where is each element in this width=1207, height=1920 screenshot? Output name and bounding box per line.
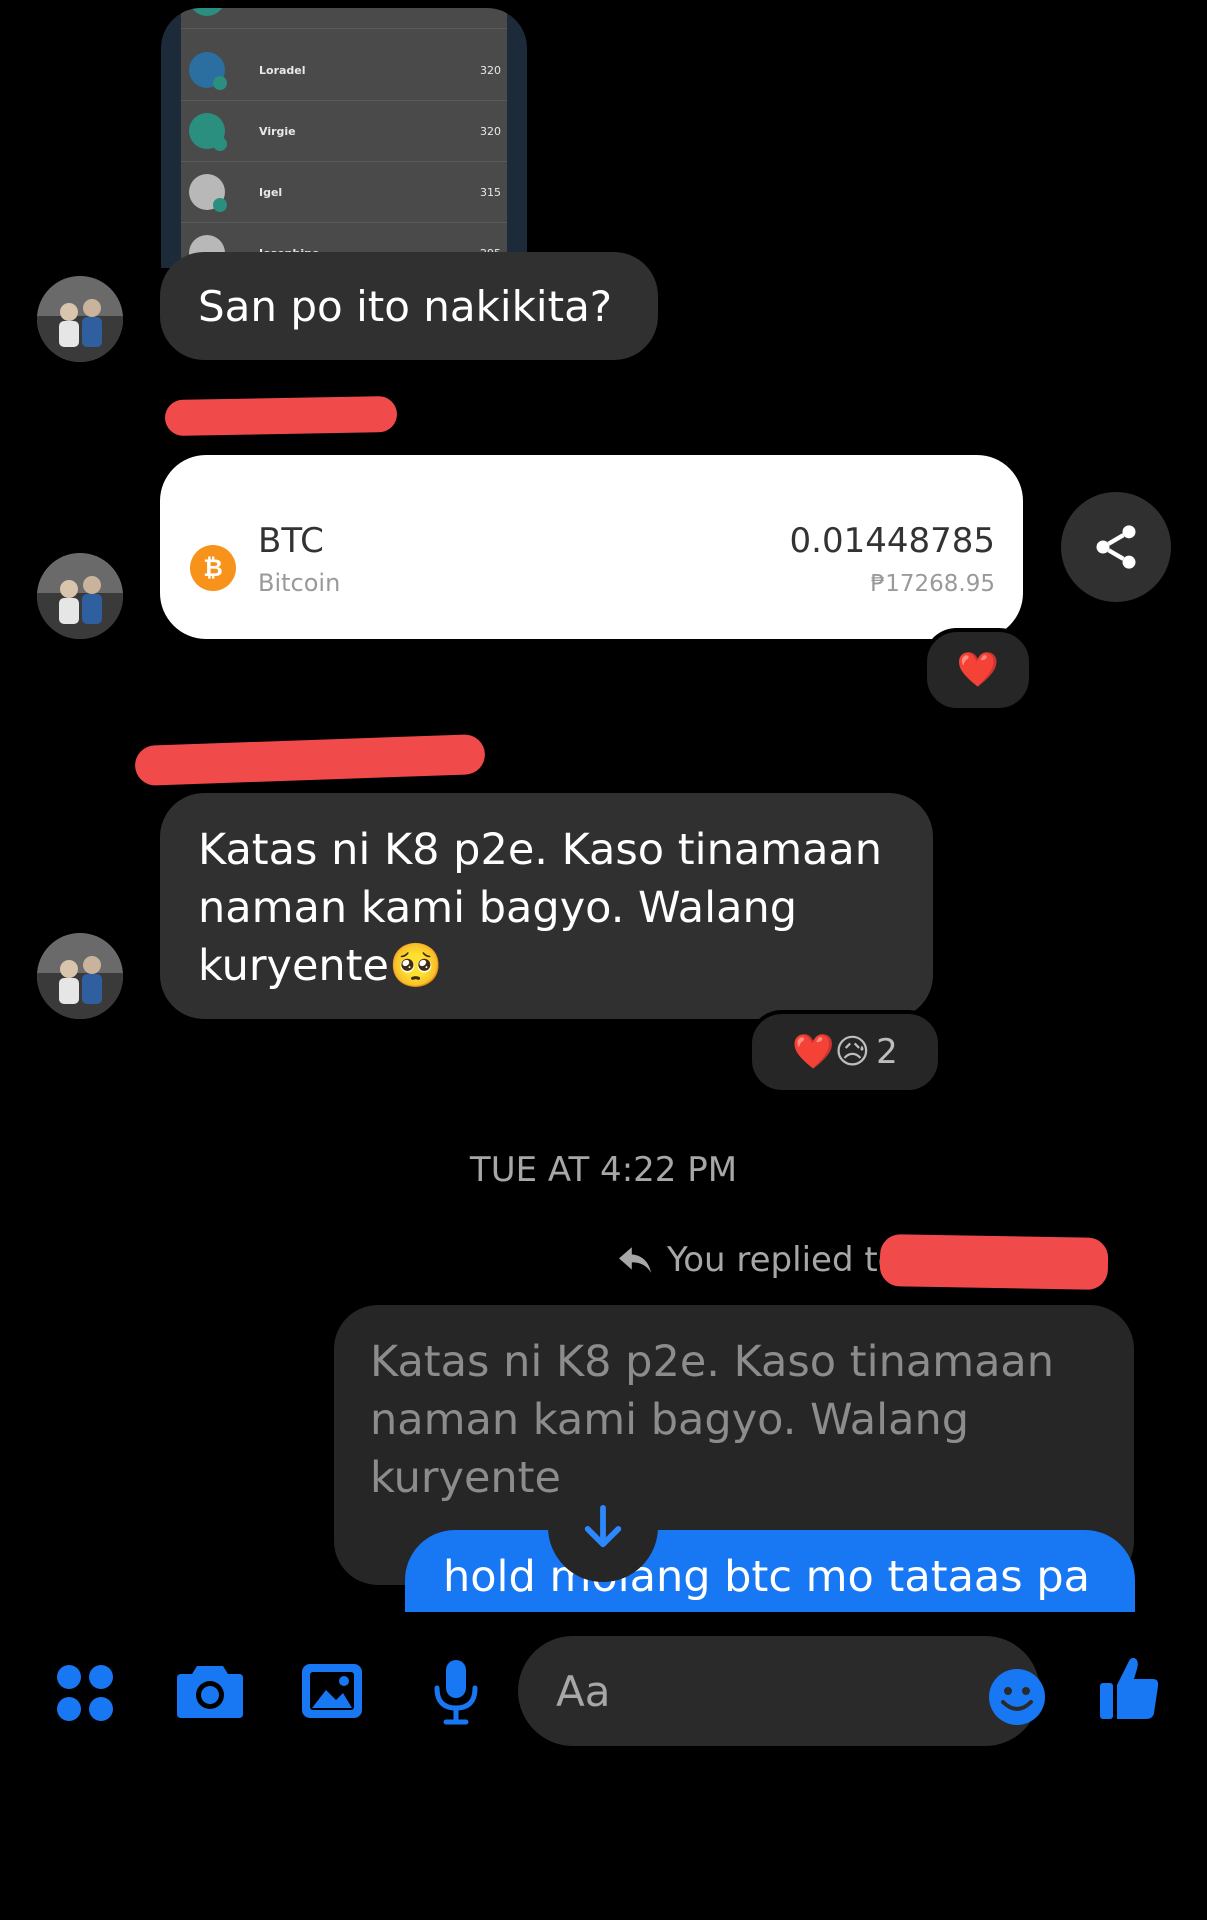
avatar[interactable]: [37, 553, 123, 639]
quoted-text-line: Katas ni K8 p2e. Kaso tinamaan: [370, 1337, 1055, 1387]
replied-to-label: You replied to: [615, 1240, 898, 1280]
avatar[interactable]: [37, 276, 123, 362]
timestamp: TUE AT 4:22 PM: [469, 1150, 738, 1190]
coin-name: Bitcoin: [258, 569, 341, 597]
pleading-face-emoji: 🥺: [388, 941, 443, 991]
message-text: kuryente: [198, 941, 389, 991]
shared-image[interactable]: Loradel 320 Virgie 320 Igel 315 Josephin…: [161, 8, 527, 268]
coin-fiat-value: ₱17268.95: [870, 571, 995, 597]
redacted-name: [879, 1234, 1109, 1290]
shared-row-name: Loradel: [259, 63, 306, 77]
message-text-line: naman kami bagyo. Walang: [198, 883, 797, 933]
sent-message-text: hold molang btc mo tataas pa: [443, 1552, 1090, 1602]
coin-symbol: BTC: [258, 521, 324, 561]
shared-image-content: Loradel 320 Virgie 320 Igel 315 Josephin…: [181, 8, 507, 268]
message-text-line: Katas ni K8 p2e. Kaso tinamaan: [198, 825, 883, 875]
apps-button[interactable]: [56, 1664, 114, 1726]
emoji-button[interactable]: [988, 1668, 1046, 1730]
avatar[interactable]: [37, 933, 123, 1019]
quoted-text-line: kuryente: [370, 1453, 561, 1503]
btc-card[interactable]: ₿ BTC Bitcoin 0.01448785 ₱17268.95: [160, 455, 1023, 639]
message-bubble[interactable]: San po ito nakikita?: [160, 252, 658, 360]
microphone-button[interactable]: [432, 1658, 480, 1730]
like-icon: [1100, 1657, 1159, 1719]
shared-row: Loradel 320: [181, 40, 507, 101]
camera-button[interactable]: [175, 1660, 245, 1724]
message-bubble[interactable]: Katas ni K8 p2e. Kaso tinamaan naman kam…: [160, 793, 933, 1019]
reaction-pill[interactable]: ❤️: [923, 628, 1033, 712]
message-input[interactable]: [554, 1665, 938, 1717]
shared-row-name: Igel: [259, 185, 283, 199]
shared-row-points: 315: [480, 185, 501, 199]
redacted-name: [134, 733, 486, 787]
shared-row-name: Virgie: [259, 124, 296, 138]
share-button[interactable]: [1061, 492, 1171, 602]
shared-row-points: 320: [480, 124, 501, 138]
reaction-pill[interactable]: ❤️😥 2: [748, 1010, 942, 1094]
reaction-emojis: ❤️😥: [792, 1032, 871, 1072]
message-text: San po ito nakikita?: [198, 281, 613, 331]
share-icon: [1096, 525, 1136, 569]
reply-arrow-icon: [619, 1247, 651, 1273]
shared-row-points: 320: [480, 63, 501, 77]
microphone-icon: [434, 1660, 478, 1725]
gallery-button[interactable]: [300, 1662, 364, 1724]
reaction-count: 2: [876, 1032, 898, 1072]
emoji-icon: [989, 1669, 1045, 1725]
reaction-emoji: ❤️: [956, 650, 1000, 690]
message-text-line: kuryente🥺: [198, 937, 895, 995]
camera-icon: [177, 1666, 243, 1718]
like-button[interactable]: [1098, 1655, 1160, 1725]
arrow-down-icon: [584, 1504, 622, 1548]
bitcoin-icon: ₿: [190, 545, 236, 591]
coin-amount: 0.01448785: [789, 521, 996, 561]
quoted-text-line: naman kami bagyo. Walang: [370, 1395, 969, 1445]
replied-to-text: You replied to: [667, 1240, 899, 1280]
redacted-name: [164, 395, 398, 437]
scroll-to-bottom-button[interactable]: [548, 1472, 658, 1582]
gallery-icon: [302, 1664, 362, 1718]
apps-icon: [57, 1665, 113, 1721]
shared-row: Igel 315: [181, 162, 507, 223]
shared-row-partial: [181, 8, 507, 29]
shared-row: Virgie 320: [181, 101, 507, 162]
message-input-container[interactable]: [518, 1636, 1045, 1746]
